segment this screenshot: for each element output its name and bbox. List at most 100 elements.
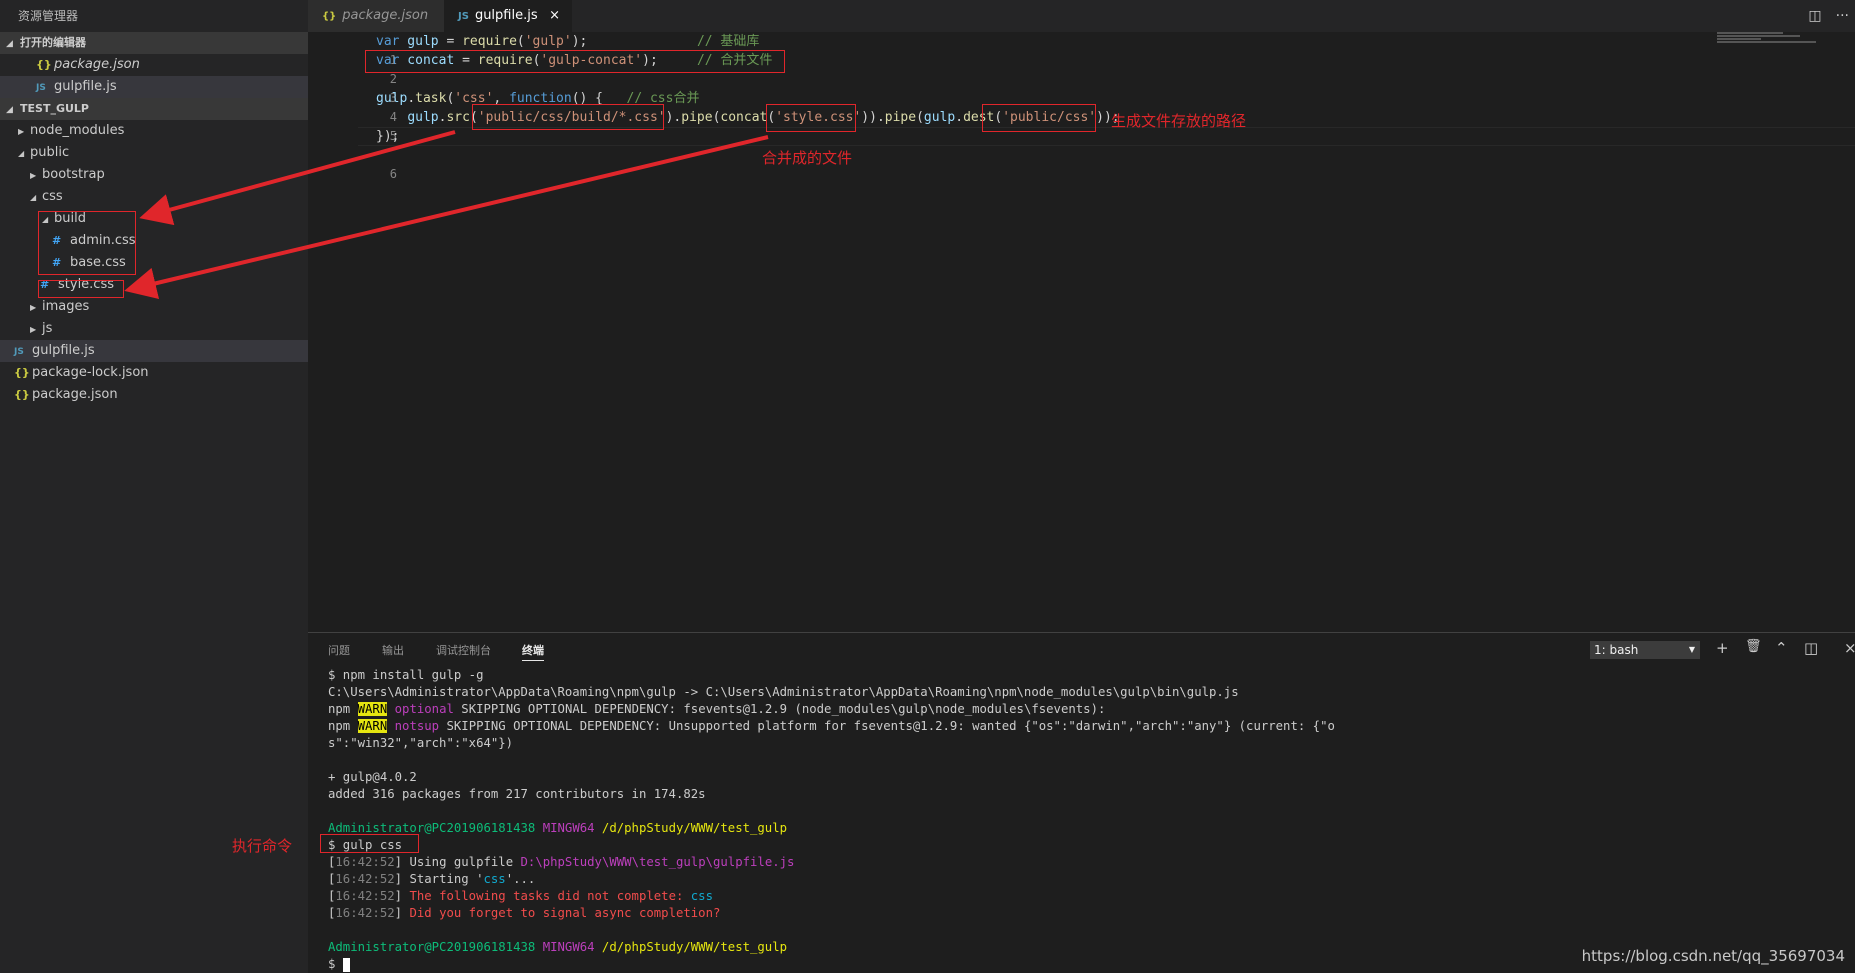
editor-actions: ◫ ··· (1794, 0, 1849, 32)
project-label: TEST_GULP (20, 102, 89, 115)
editor-area: {} package.json JS gulpfile.js × ◫ ··· 1 var… (308, 0, 1855, 630)
open-editors-label: 打开的编辑器 (20, 36, 86, 49)
terminal-line: [16:42:52] The following tasks did not c… (328, 889, 713, 903)
highlight-style-css-file (38, 280, 124, 298)
js-file-icon: JS (14, 347, 24, 357)
json-file-icon: {} (14, 388, 30, 401)
tab-label: package.json (342, 8, 429, 23)
highlight-concat-require (365, 50, 785, 73)
tree-item-bootstrap[interactable]: ▶ bootstrap (0, 164, 308, 186)
chevron-right-icon: ▶ (30, 325, 37, 334)
terminal-line: C:\Users\Administrator\AppData\Roaming\n… (328, 685, 1239, 699)
tree-item-package-json[interactable]: {} package.json (0, 384, 308, 406)
bottom-panel: 问题 输出 调试控制台 终端 1: bash ▼ + 🗑 ⌃ ◫ × $ npm … (308, 632, 1855, 973)
highlight-style-css (766, 104, 856, 132)
tree-label: node_modules (30, 123, 125, 138)
trash-icon[interactable]: 🗑 (1745, 639, 1762, 654)
tree-label: bootstrap (42, 167, 105, 182)
tree-label: css (42, 189, 63, 204)
terminal-line: + gulp@4.0.2 (328, 770, 417, 784)
annotation-merged-file: 合并成的文件 (762, 149, 853, 167)
json-file-icon: {} (322, 11, 337, 22)
terminal-line: [16:42:52] Starting 'css'... (328, 872, 536, 886)
chevron-right-icon: ▶ (30, 171, 37, 180)
tree-label: gulpfile.js (32, 343, 95, 358)
add-terminal-icon[interactable]: + (1716, 639, 1729, 657)
terminal-line: npm WARN notsup SKIPPING OPTIONAL DEPEND… (328, 719, 1335, 733)
line-number: 6 (389, 167, 397, 181)
terminal-input-line[interactable]: $ (328, 956, 1335, 973)
explorer-title: 资源管理器 (18, 9, 79, 23)
editor-tabbar: {} package.json JS gulpfile.js × ◫ ··· (308, 0, 1855, 32)
highlight-src-path (472, 104, 664, 130)
terminal-cursor (342, 957, 350, 972)
code-line: 1 var gulp = require('gulp'); // 基础库 (308, 32, 1748, 67)
close-panel-icon[interactable]: × (1844, 639, 1855, 657)
tab-problems[interactable]: 问题 (328, 641, 350, 661)
chevron-down-icon: ◢ (18, 149, 25, 158)
terminal-line: added 316 packages from 217 contributors… (328, 787, 706, 801)
tree-item-gulpfile-js[interactable]: JS gulpfile.js (0, 340, 308, 362)
terminal-command: $ gulp css (328, 838, 403, 852)
tab-debug-console[interactable]: 调试控制台 (436, 641, 491, 661)
highlight-dest-path (982, 104, 1096, 132)
open-editors-header[interactable]: ◢ 打开的编辑器 (0, 32, 308, 54)
tree-label: package-lock.json (32, 365, 149, 380)
tree-item-node-modules[interactable]: ▶ node_modules (0, 120, 308, 142)
open-editor-item-gulpfile-js[interactable]: JS gulpfile.js (0, 76, 308, 98)
open-editor-label: package.json (54, 57, 140, 72)
tab-gulpfile-js[interactable]: JS gulpfile.js × (444, 0, 572, 32)
tab-label: gulpfile.js (474, 8, 538, 23)
terminal-select-value: 1: bash (1594, 643, 1639, 657)
caret-down-icon: ◢ (6, 39, 13, 49)
terminal-output[interactable]: $ npm install gulp -g C:\Users\Administr… (328, 667, 1335, 973)
open-editor-label: gulpfile.js (54, 79, 117, 94)
tab-output[interactable]: 输出 (382, 641, 404, 661)
maximize-panel-icon[interactable]: ⌃ (1775, 639, 1788, 657)
split-editor-icon[interactable]: ◫ (1808, 8, 1821, 24)
tree-item-package-lock-json[interactable]: {} package-lock.json (0, 362, 308, 384)
watermark: https://blog.csdn.net/qq_35697034 (1581, 947, 1845, 965)
annotation-run-command: 执行命令 (232, 837, 293, 855)
tab-terminal[interactable]: 终端 (522, 641, 544, 661)
open-editor-item-package-json[interactable]: {} package.json (0, 54, 308, 76)
tree-label: public (30, 145, 70, 160)
annotation-output-path: 生成文件存放的路径 (1111, 112, 1247, 130)
terminal-prompt: Administrator@PC201906181438 MINGW64 /d/… (328, 940, 788, 954)
highlight-gulp-command (320, 834, 419, 853)
terminal-line: $ npm install gulp -g (328, 668, 484, 682)
tree-label: package.json (32, 387, 118, 402)
chevron-right-icon: ▶ (18, 127, 25, 136)
tree-item-public[interactable]: ◢ public (0, 142, 308, 164)
tree-label: images (42, 299, 90, 314)
json-file-icon: {} (36, 58, 52, 71)
tree-item-images[interactable]: ▶ images (0, 296, 308, 318)
tab-package-json[interactable]: {} package.json (308, 0, 444, 32)
caret-down-icon: ◢ (6, 105, 13, 115)
panel-tabs: 问题 输出 调试控制台 终端 1: bash ▼ + 🗑 ⌃ ◫ × (308, 633, 1855, 667)
tree-item-js[interactable]: ▶ js (0, 318, 308, 340)
terminal-line: s":"win32","arch":"x64"}) (328, 736, 514, 750)
terminal-prompt: Administrator@PC201906181438 MINGW64 /d/… (328, 821, 788, 835)
js-file-icon: JS (458, 11, 469, 22)
js-file-icon: JS (36, 83, 46, 93)
chevron-down-icon: ◢ (30, 193, 37, 202)
chevron-right-icon: ▶ (30, 303, 37, 312)
tree-item-css[interactable]: ◢ css (0, 186, 308, 208)
highlight-build-folder (38, 211, 136, 275)
terminal-line: npm WARN optional SKIPPING OPTIONAL DEPE… (328, 702, 1106, 716)
terminal-line: [16:42:52] Did you forget to signal asyn… (328, 906, 721, 920)
split-terminal-icon[interactable]: ◫ (1804, 639, 1818, 657)
close-icon[interactable]: × (549, 0, 560, 32)
dropdown-arrow-icon: ▼ (1688, 645, 1695, 654)
project-header[interactable]: ◢ TEST_GULP (0, 98, 308, 120)
more-actions-icon[interactable]: ··· (1836, 8, 1849, 24)
terminal-line: [16:42:52] Using gulpfile D:\phpStudy\WW… (328, 855, 795, 869)
terminal-select[interactable]: 1: bash ▼ (1590, 641, 1700, 659)
explorer-sidebar: 资源管理器 ◢ 打开的编辑器 {} package.json JS gulpfile.… (0, 0, 308, 973)
tree-label: js (42, 321, 53, 336)
json-file-icon: {} (14, 366, 30, 379)
